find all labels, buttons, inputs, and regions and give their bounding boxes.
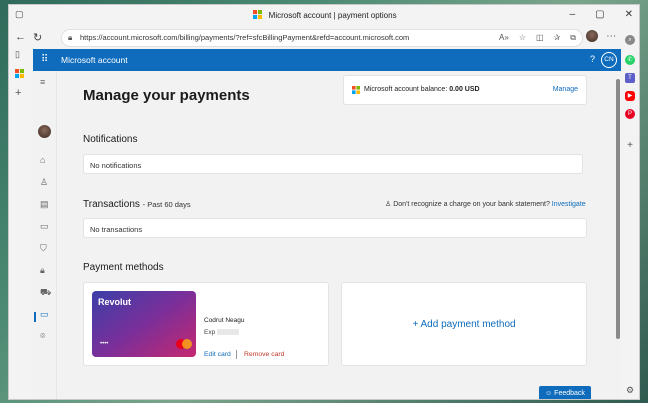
balance-label: Microsoft account balance: (364, 86, 448, 93)
collections-icon[interactable]: ⧉ (570, 30, 576, 46)
revolut-card-image: Revolut •••• (92, 291, 196, 357)
page-title: Manage your payments (83, 87, 250, 104)
microsoft-logo-icon (253, 10, 263, 19)
url-text: https://account.microsoft.com/billing/pa… (80, 33, 410, 42)
notifications-card: No notifications (83, 154, 583, 174)
search-icon[interactable]: ⌕ (625, 35, 635, 45)
lock-icon: 🔒︎ (68, 33, 73, 42)
favorite-star-icon[interactable]: ☆ (519, 30, 526, 46)
web-page: ⠿ Microsoft account ? CN ≡ ⌂ ♙ ▤ ▭ ⛉ 🔒︎ … (33, 49, 621, 399)
account-initials-avatar[interactable]: CN (601, 52, 617, 68)
pinterest-icon[interactable]: P (625, 109, 635, 119)
close-icon[interactable]: ✕ (625, 9, 633, 20)
help-icon[interactable]: ? (590, 54, 595, 64)
more-icon[interactable]: ⋯ (606, 31, 616, 42)
home-icon[interactable]: ⌂ (40, 155, 45, 165)
card-expiry: Exp (204, 329, 240, 336)
add-sidebar-app-icon[interactable]: + (625, 141, 635, 151)
unrecognized-charge-text: Don't recognize a charge on your bank st… (393, 201, 550, 208)
microsoft-logo-icon (352, 86, 360, 94)
payment-card-icon[interactable]: ▭ (40, 309, 49, 320)
add-payment-method-tile[interactable]: + Add payment method (341, 282, 587, 366)
microsoft-tab-icon[interactable] (15, 69, 24, 78)
card-holder-name: Codrut Neagu (204, 317, 245, 324)
orders-cart-icon[interactable]: ⛟ (40, 287, 51, 299)
back-icon[interactable]: ← (15, 31, 26, 43)
add-payment-method-button[interactable]: + Add payment method (342, 319, 586, 330)
new-tab-icon[interactable]: + (15, 87, 21, 99)
split-screen-icon[interactable]: ◫ (536, 30, 544, 46)
microsoft-account-header: ⠿ Microsoft account ? CN (33, 49, 621, 71)
info-card-icon[interactable]: ▤ (40, 199, 49, 210)
payment-methods-title: Payment methods (83, 262, 164, 273)
no-transactions-text: No transactions (90, 225, 143, 234)
transactions-subtitle: - Past 60 days (142, 200, 191, 209)
no-notifications-text: No notifications (90, 161, 142, 170)
whatsapp-icon[interactable]: ✆ (625, 55, 635, 65)
card-number-mask: •••• (100, 341, 109, 347)
brand-title[interactable]: Microsoft account (61, 55, 128, 65)
browser-right-sidebar: ⌕ ✆ T ▶ P + ⚙ (621, 27, 639, 399)
payment-card-tile: Revolut •••• Codrut Neagu Exp Edit card … (83, 282, 329, 366)
profile-avatar[interactable] (586, 30, 599, 42)
transactions-card: No transactions (83, 218, 587, 238)
balance-card: Microsoft account balance: 0.00 USD Mana… (343, 75, 587, 105)
transactions-title: Transactions - Past 60 days (83, 199, 191, 210)
maximize-icon[interactable]: ▢ (595, 9, 604, 20)
card-brand: Revolut (98, 297, 132, 307)
browser-vertical-tabs: ▯ + (9, 49, 31, 399)
balance-amount: 0.00 USD (449, 86, 480, 93)
title-bar: ▢ Microsoft account | payment options – … (9, 5, 639, 27)
refresh-icon[interactable]: ↻ (33, 31, 42, 44)
remove-card-link[interactable]: Remove card (244, 351, 284, 358)
location-pin-icon[interactable]: ⌾ (40, 331, 45, 342)
profile-icon[interactable]: ♙ (40, 177, 48, 188)
devices-icon[interactable]: ▭ (40, 221, 49, 232)
window-title: Microsoft account | payment options (268, 11, 397, 20)
settings-gear-icon[interactable]: ⚙ (625, 385, 635, 395)
manage-balance-link[interactable]: Manage (553, 86, 578, 93)
read-aloud-icon[interactable]: A» (499, 30, 509, 46)
feedback-icon: ☺ (545, 390, 553, 397)
notifications-title: Notifications (83, 134, 138, 145)
user-avatar[interactable] (38, 125, 51, 138)
app-launcher-icon[interactable]: ⠿ (41, 54, 48, 65)
minimize-icon[interactable]: – (570, 9, 576, 20)
expiry-redacted (217, 329, 240, 335)
security-shield-icon[interactable]: ⛉ (40, 243, 47, 254)
person-icon: ♙ (385, 201, 392, 208)
feedback-button[interactable]: ☺ Feedback (539, 386, 591, 399)
mastercard-logo-icon (176, 339, 192, 349)
navigation-bar: ← ↻ 🔒︎ https://account.microsoft.com/bil… (9, 27, 639, 49)
youtube-icon[interactable]: ▶ (625, 91, 635, 101)
privacy-lock-icon[interactable]: 🔒︎ (40, 265, 45, 276)
address-bar[interactable]: 🔒︎ https://account.microsoft.com/billing… (61, 29, 583, 47)
page-scrollbar[interactable] (615, 71, 621, 399)
edit-card-link[interactable]: Edit card (204, 351, 231, 358)
investigate-link[interactable]: Investigate (552, 201, 586, 208)
account-side-nav: ≡ ⌂ ♙ ▤ ▭ ⛉ 🔒︎ ⛟ ▭ ⌾ (33, 71, 57, 399)
scrollbar-thumb[interactable] (616, 79, 620, 339)
tab-panel-icon[interactable]: ▯ (15, 49, 20, 60)
menu-icon[interactable]: ≡ (40, 77, 45, 87)
browser-window: ▢ Microsoft account | payment options – … (8, 4, 640, 400)
teams-icon[interactable]: T (625, 73, 635, 83)
favorites-icon[interactable]: ✰ (554, 30, 561, 46)
